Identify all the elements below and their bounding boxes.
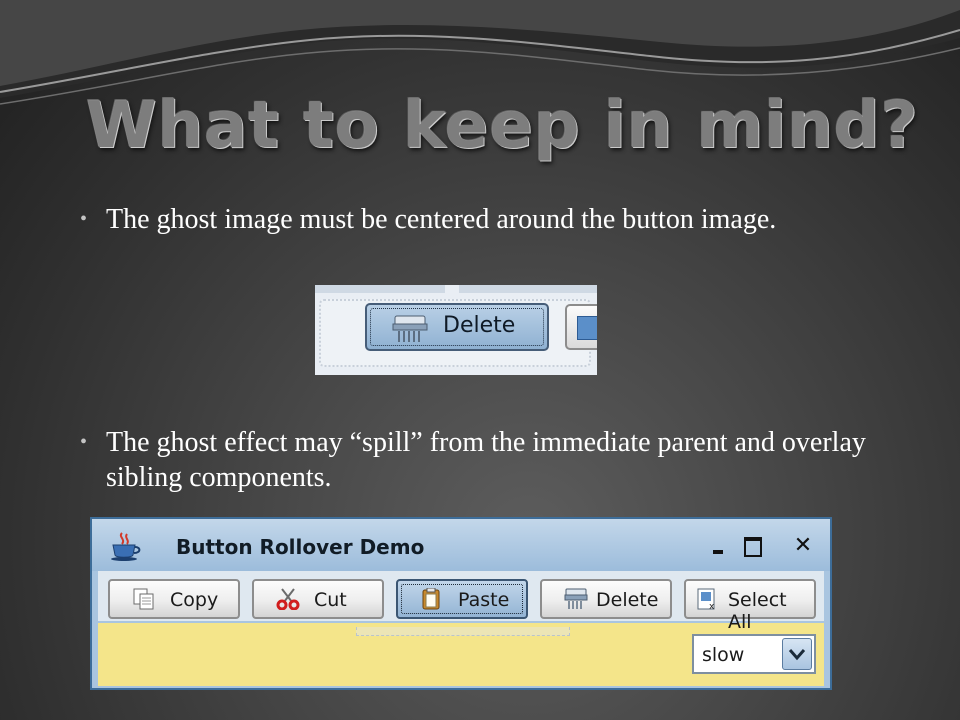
select-all-button[interactable]: x Select All xyxy=(684,579,816,633)
scissors-icon xyxy=(276,588,300,610)
paste-button[interactable]: Paste xyxy=(396,579,528,619)
chevron-down-icon xyxy=(788,649,806,661)
java-cup-icon xyxy=(111,532,141,561)
bullet-dot: • xyxy=(80,208,88,230)
ghost-spill-outline xyxy=(356,627,570,636)
close-icon[interactable]: ✕ xyxy=(792,535,814,557)
select-all-button-partial xyxy=(565,304,597,350)
window-title: Button Rollover Demo xyxy=(176,535,425,559)
shredder-icon xyxy=(392,315,428,342)
speed-combo-box[interactable]: slow xyxy=(692,634,816,674)
window-titlebar[interactable]: Button Rollover Demo ✕ xyxy=(92,519,830,571)
bullet-text: The ghost effect may “spill” from the im… xyxy=(106,427,866,493)
slide-title: What to keep in mind? xyxy=(86,89,919,163)
bullet-ghost-centered: • The ghost image must be centered aroun… xyxy=(80,202,900,237)
select-all-icon: x xyxy=(697,588,715,610)
shredder-icon xyxy=(564,588,588,609)
copy-button[interactable]: Copy xyxy=(108,579,240,619)
delete-button[interactable]: Delete xyxy=(540,579,672,619)
button-rollover-demo-window: Button Rollover Demo ✕ Copy Cut Paste De… xyxy=(90,517,832,690)
minimize-icon[interactable] xyxy=(708,535,730,557)
ghost-delete-example-image: Delete xyxy=(315,285,597,375)
copy-icon xyxy=(133,588,154,610)
bullet-ghost-spill: • The ghost effect may “spill” from the … xyxy=(80,425,900,495)
bullet-dot: • xyxy=(80,431,88,453)
select-all-icon xyxy=(577,316,597,340)
toolbar-notch xyxy=(445,285,459,293)
maximize-icon[interactable] xyxy=(742,535,764,557)
cut-button-label: Cut xyxy=(314,589,347,611)
delete-button-label: Delete xyxy=(443,313,516,338)
cut-button[interactable]: Cut xyxy=(252,579,384,619)
combo-dropdown-button[interactable] xyxy=(782,638,812,670)
paste-button-label: Paste xyxy=(458,589,510,611)
clipboard-icon xyxy=(422,588,440,610)
delete-button-zoomed: Delete xyxy=(365,303,549,351)
delete-button-label: Delete xyxy=(596,589,659,611)
bullet-text: The ghost image must be centered around … xyxy=(106,204,777,235)
speed-combo-value: slow xyxy=(702,644,745,666)
copy-button-label: Copy xyxy=(170,589,219,611)
svg-text:x: x xyxy=(709,602,715,610)
select-all-button-label: Select All xyxy=(728,589,787,633)
